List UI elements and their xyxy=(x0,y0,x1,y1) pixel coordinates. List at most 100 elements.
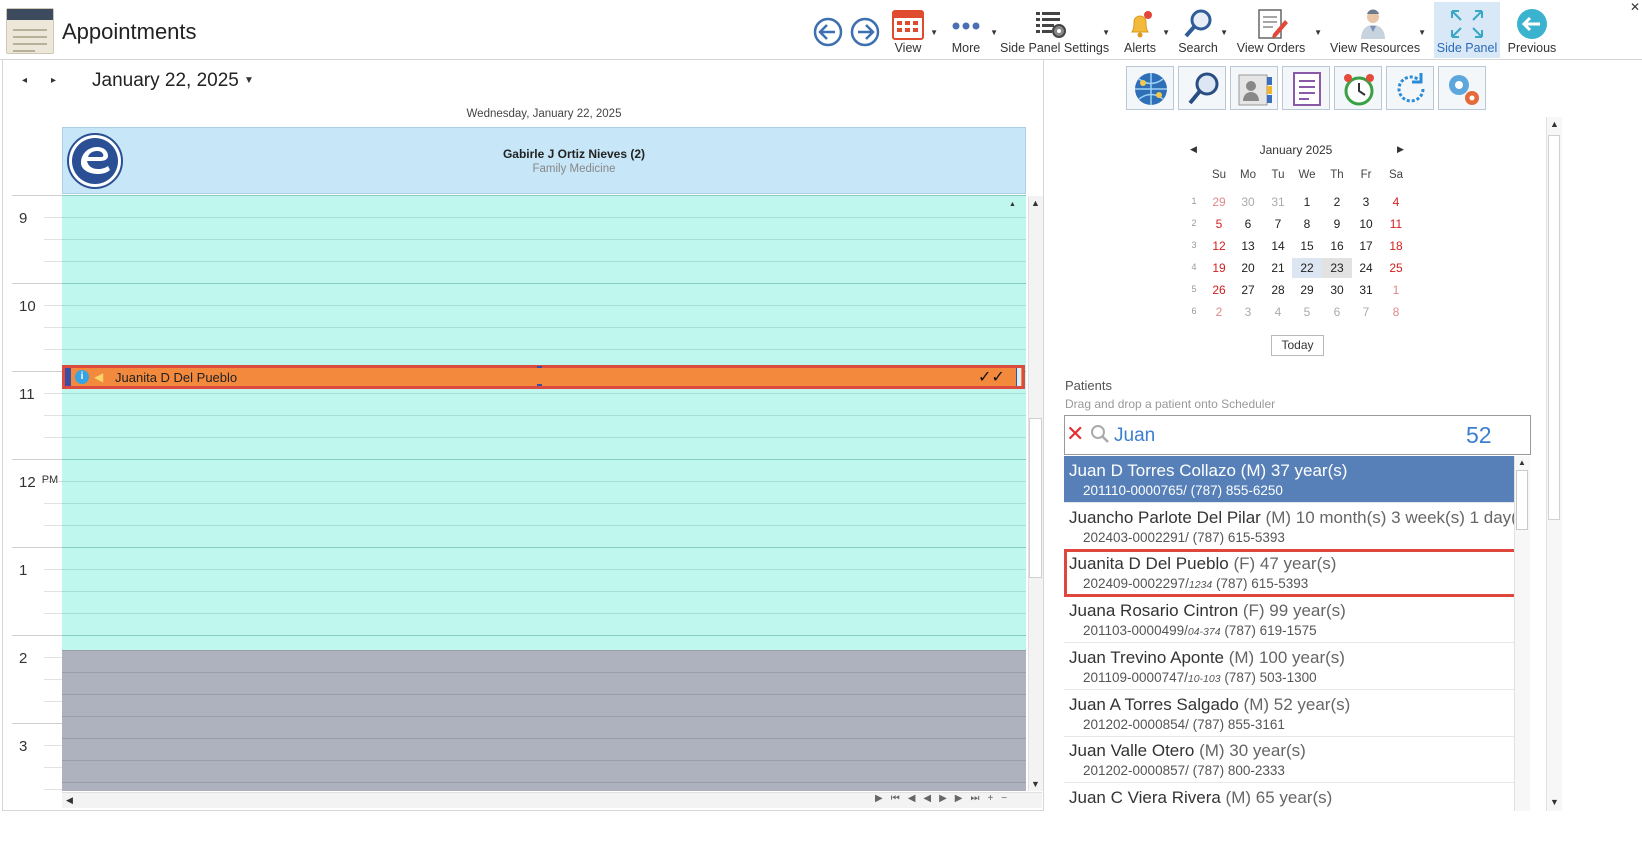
view-orders-button[interactable]: View Orders ▼ xyxy=(1236,2,1322,58)
calendar-day[interactable]: 11 xyxy=(1381,214,1411,234)
date-dropdown-icon[interactable]: ▼ xyxy=(244,75,254,86)
scroll-up-icon[interactable]: ▲ xyxy=(1518,458,1526,467)
calendar-day[interactable]: 29 xyxy=(1204,192,1234,212)
calendar-day[interactable]: 8 xyxy=(1292,214,1322,234)
previous-button[interactable]: Previous xyxy=(1506,2,1558,58)
chevron-down-icon[interactable]: ▼ xyxy=(1418,28,1426,37)
calendar-day[interactable]: 1 xyxy=(1292,192,1322,212)
calendar-day[interactable]: 31 xyxy=(1263,192,1293,212)
calendar-day[interactable]: 2 xyxy=(1204,302,1234,322)
patient-list[interactable]: Juan D Torres Collazo (M) 37 year(s) 2011… xyxy=(1064,456,1514,811)
patient-list-item[interactable]: Juan C Viera Rivera (M) 65 year(s) xyxy=(1064,783,1514,811)
tool-alarm-button[interactable] xyxy=(1334,66,1382,110)
calendar-day[interactable]: 8 xyxy=(1381,302,1411,322)
more-button[interactable]: More ▼ xyxy=(944,2,998,58)
patient-list-item[interactable]: Juan Trevino Aponte (M) 100 year(s) 20110… xyxy=(1064,643,1514,690)
hour-number: 10 xyxy=(19,298,36,315)
scroll-up-icon[interactable]: ▲ xyxy=(1031,198,1040,208)
calendar-day[interactable]: 1 xyxy=(1381,280,1411,300)
calendar-day[interactable]: 31 xyxy=(1351,280,1381,300)
chevron-down-icon[interactable]: ▼ xyxy=(1314,28,1322,37)
patient-list-item[interactable]: Juan D Torres Collazo (M) 37 year(s) 2011… xyxy=(1064,456,1514,503)
patient-list-scroll-thumb[interactable] xyxy=(1516,470,1528,530)
calendar-day[interactable]: 26 xyxy=(1204,280,1234,300)
calendar-day[interactable]: 27 xyxy=(1233,280,1263,300)
search-button[interactable]: Search ▼ xyxy=(1178,2,1228,58)
chevron-down-icon[interactable]: ▼ xyxy=(1220,28,1228,37)
calendar-day[interactable]: 4 xyxy=(1381,192,1411,212)
close-icon[interactable]: ✕ xyxy=(1630,0,1640,14)
patient-list-item[interactable]: Juancho Parlote Del Pilar (M) 10 month(s… xyxy=(1064,503,1514,550)
scroll-up-icon[interactable]: ▲ xyxy=(1550,119,1559,129)
calendar-day[interactable]: 20 xyxy=(1233,258,1263,278)
side-panel-scroll-thumb[interactable] xyxy=(1548,135,1560,520)
calendar-day[interactable]: 12 xyxy=(1204,236,1234,256)
calendar-day[interactable]: 3 xyxy=(1351,192,1381,212)
patient-list-item[interactable]: Juan Valle Otero (M) 30 year(s) 201202-00… xyxy=(1064,736,1514,784)
tool-notes-button[interactable] xyxy=(1282,66,1330,110)
calendar-day[interactable]: 6 xyxy=(1322,302,1352,322)
scroll-down-icon[interactable]: ▼ xyxy=(1031,779,1040,789)
side-panel-button[interactable]: Side Panel xyxy=(1434,2,1500,58)
calendar-day[interactable]: 30 xyxy=(1322,280,1352,300)
calendar-day[interactable]: 25 xyxy=(1381,258,1411,278)
prev-day-icon[interactable]: ◂ xyxy=(22,75,27,86)
calendar-next-month-icon[interactable]: ▶ xyxy=(1397,144,1404,155)
info-icon[interactable]: i xyxy=(75,370,89,384)
calendar-day[interactable]: 6 xyxy=(1233,214,1263,234)
collapse-up-icon[interactable]: ▲ xyxy=(1009,201,1016,208)
off-hours-block[interactable] xyxy=(62,650,1026,791)
calendar-day[interactable]: 19 xyxy=(1204,258,1234,278)
alerts-button[interactable]: Alerts ▼ xyxy=(1120,2,1170,58)
calendar-day[interactable]: 22 xyxy=(1292,258,1322,278)
patient-search-input[interactable] xyxy=(1114,425,1414,447)
date-title[interactable]: January 22, 2025 xyxy=(92,70,239,92)
calendar-day[interactable]: 18 xyxy=(1381,236,1411,256)
calendar-day[interactable]: 2 xyxy=(1322,192,1352,212)
patient-list-item[interactable]: Juan A Torres Salgado (M) 52 year(s) 2012… xyxy=(1064,690,1514,737)
chevron-down-icon[interactable]: ▼ xyxy=(1102,28,1110,37)
view-button[interactable]: View ▼ xyxy=(888,2,938,58)
scroll-left-icon[interactable]: ◀ xyxy=(66,795,73,806)
scroll-down-icon[interactable]: ▼ xyxy=(1550,797,1559,807)
calendar-day[interactable]: 30 xyxy=(1233,192,1263,212)
scheduler-scroll-thumb[interactable] xyxy=(1029,418,1042,578)
side-panel-settings-button[interactable]: Side Panel Settings ▼ xyxy=(1000,2,1110,58)
calendar-day[interactable]: 10 xyxy=(1351,214,1381,234)
back-button[interactable] xyxy=(808,2,848,58)
calendar-day[interactable]: 3 xyxy=(1233,302,1263,322)
calendar-day[interactable]: 17 xyxy=(1351,236,1381,256)
clear-search-icon[interactable]: ✕ xyxy=(1066,421,1084,447)
forward-button[interactable] xyxy=(845,2,885,58)
calendar-day[interactable]: 24 xyxy=(1351,258,1381,278)
hour-label: 3 xyxy=(19,738,27,755)
view-resources-button[interactable]: View Resources ▼ xyxy=(1330,2,1426,58)
chevron-down-icon[interactable]: ▼ xyxy=(990,28,998,37)
calendar-day[interactable]: 23 xyxy=(1322,258,1352,278)
tool-search-button[interactable] xyxy=(1178,66,1226,110)
calendar-day[interactable]: 5 xyxy=(1292,302,1322,322)
next-day-icon[interactable]: ▸ xyxy=(51,75,56,86)
calendar-day[interactable]: 13 xyxy=(1233,236,1263,256)
chevron-down-icon[interactable]: ▼ xyxy=(1162,28,1170,37)
tool-contact-button[interactable] xyxy=(1230,66,1278,110)
calendar-day[interactable]: 7 xyxy=(1351,302,1381,322)
today-button[interactable]: Today xyxy=(1271,335,1324,356)
calendar-day[interactable]: 5 xyxy=(1204,214,1234,234)
chevron-down-icon[interactable]: ▼ xyxy=(930,28,938,37)
calendar-day[interactable]: 9 xyxy=(1322,214,1352,234)
calendar-day[interactable]: 29 xyxy=(1292,280,1322,300)
tool-settings-button[interactable] xyxy=(1438,66,1486,110)
resize-handle-icon[interactable] xyxy=(537,366,542,388)
calendar-day[interactable]: 7 xyxy=(1263,214,1293,234)
patient-list-item[interactable]: Juana Rosario Cintron (F) 99 year(s) 2011… xyxy=(1064,596,1514,644)
tool-globe-button[interactable] xyxy=(1126,66,1174,110)
calendar-day[interactable]: 21 xyxy=(1263,258,1293,278)
calendar-day[interactable]: 16 xyxy=(1322,236,1352,256)
calendar-day[interactable]: 14 xyxy=(1263,236,1293,256)
calendar-day[interactable]: 15 xyxy=(1292,236,1322,256)
calendar-day[interactable]: 4 xyxy=(1263,302,1293,322)
tool-refresh-button[interactable] xyxy=(1386,66,1434,110)
calendar-day[interactable]: 28 xyxy=(1263,280,1293,300)
date-navigator-strip[interactable]: ▶⏮◀◀▶▶⏭+− xyxy=(875,793,1015,804)
